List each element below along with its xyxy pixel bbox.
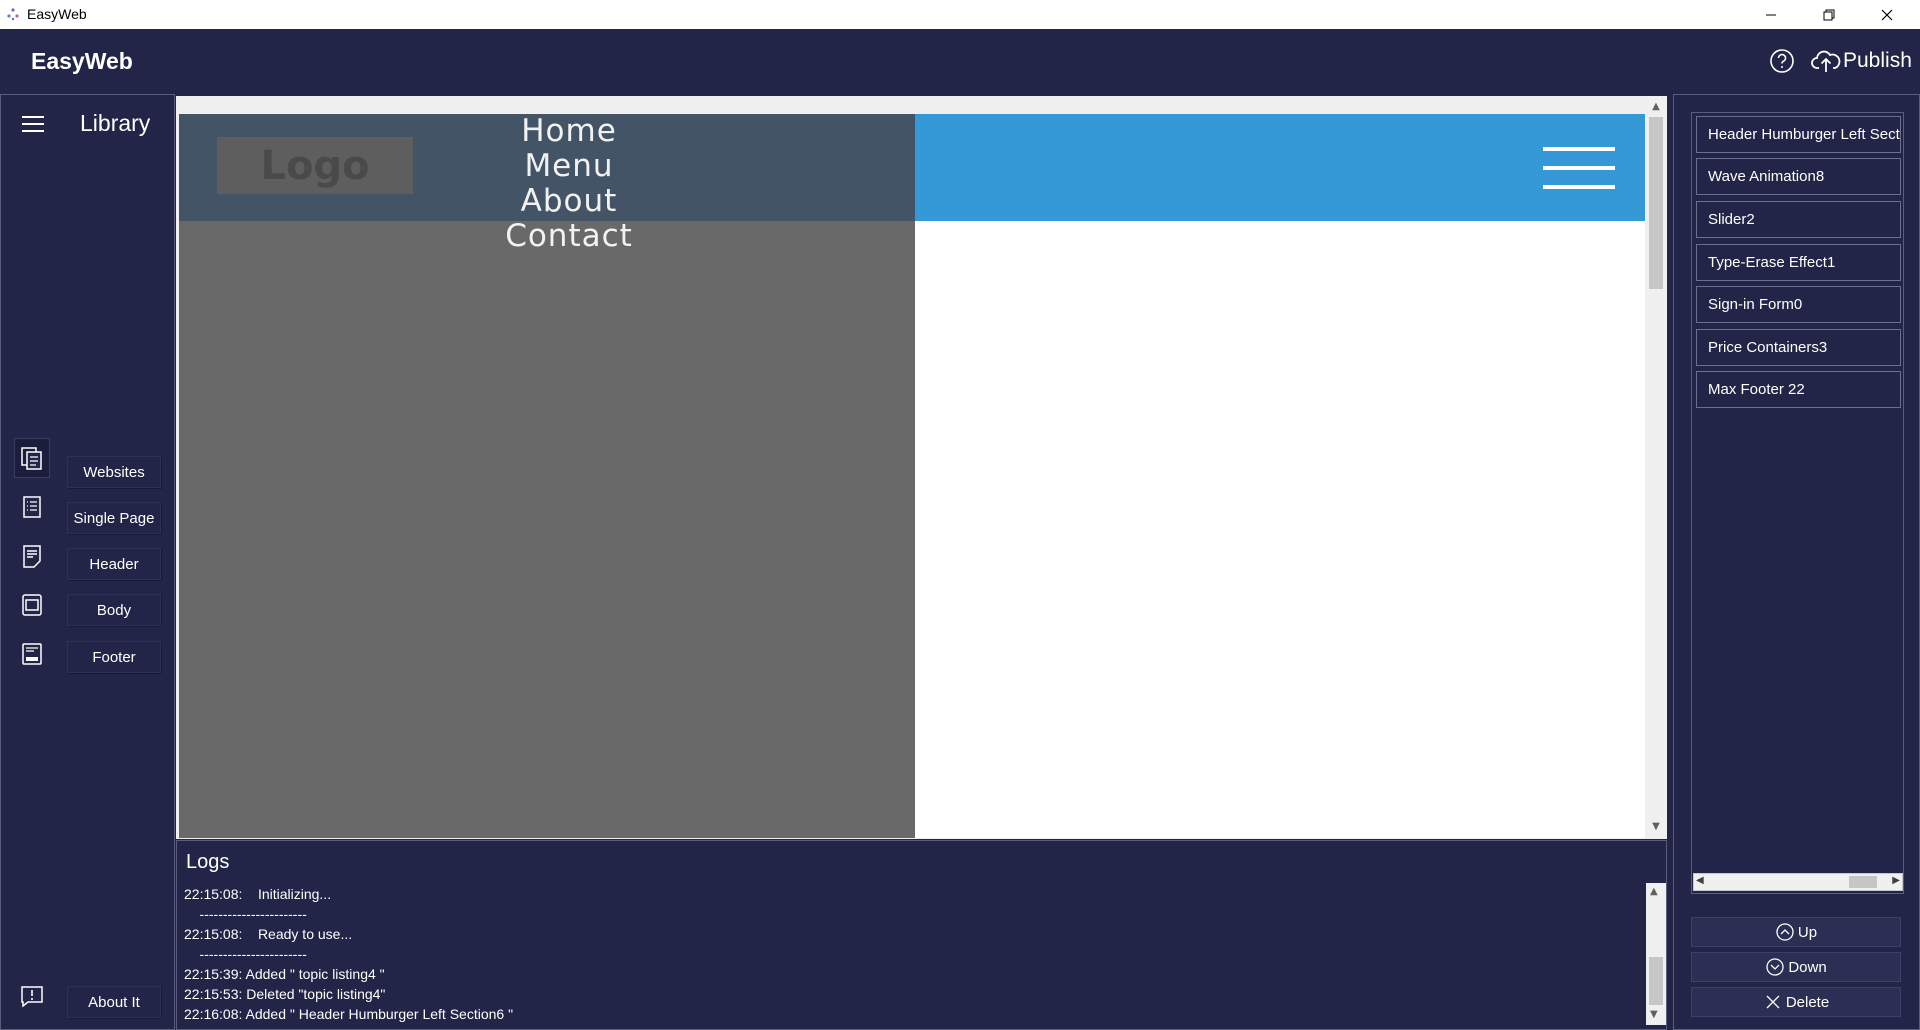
logs-scrollbar[interactable]: ▲ ▼ [1646, 883, 1666, 1025]
layer-item[interactable]: Wave Animation8 [1696, 158, 1901, 195]
move-down-button[interactable]: Down [1691, 952, 1901, 982]
preview-header-bar [915, 114, 1645, 221]
scroll-down-arrow-icon[interactable]: ▼ [1650, 1009, 1658, 1020]
single-page-icon-button[interactable] [14, 487, 50, 527]
header-doc-icon [23, 545, 41, 568]
scroll-up-arrow-icon[interactable]: ▲ [1650, 101, 1662, 113]
single-page-button[interactable]: Single Page [67, 502, 161, 534]
layer-item[interactable]: Sign-in Form0 [1696, 286, 1901, 323]
about-button[interactable]: About It [67, 986, 161, 1018]
close-icon [1766, 995, 1780, 1009]
layers-hscrollbar[interactable]: ◀ ▶ [1693, 873, 1903, 891]
body-doc-icon [22, 594, 42, 616]
layer-item[interactable]: Header Humburger Left Section6 [1696, 116, 1901, 153]
restore-button[interactable] [1800, 0, 1858, 29]
list-page-icon [23, 496, 41, 518]
log-line: ----------------------- [184, 946, 307, 962]
close-window-button[interactable] [1858, 0, 1916, 29]
cloud-upload-icon [1811, 50, 1841, 72]
minimize-button[interactable] [1742, 0, 1800, 29]
question-circle-icon[interactable] [1769, 48, 1795, 74]
layer-item[interactable]: Type-Erase Effect1 [1696, 244, 1901, 281]
preview-scroll-thumb[interactable] [1649, 117, 1663, 289]
window-titlebar: EasyWeb [0, 0, 1920, 29]
log-line: 22:15:53: Deleted "topic listing4" [184, 986, 386, 1002]
layer-item[interactable]: Max Footer 22 [1696, 371, 1901, 408]
page-preview[interactable]: Logo Home Menu About Contact [179, 114, 1645, 838]
footer-button[interactable]: Footer [67, 641, 161, 673]
scroll-left-arrow-icon[interactable]: ◀ [1696, 875, 1704, 886]
delete-label: Delete [1785, 993, 1830, 1011]
layers-scroll-thumb[interactable] [1849, 876, 1877, 888]
app-header: EasyWeb [0, 29, 1920, 94]
preview-nav-about[interactable]: About [449, 184, 689, 219]
footer-doc-icon [22, 643, 42, 665]
copy-pages-icon [21, 447, 42, 470]
log-line: 22:16:08: Added " Header Humburger Left … [184, 1006, 514, 1022]
move-down-label: Down [1788, 958, 1827, 976]
feedback-icon [21, 986, 43, 1008]
header-icon-button[interactable] [14, 536, 50, 576]
publish-button[interactable]: Publish [1811, 45, 1912, 77]
preview-logo: Logo [217, 137, 413, 194]
chevron-down-circle-icon [1766, 958, 1784, 976]
preview-nav-menu: Home Menu About Contact [449, 114, 689, 254]
logs-scroll-thumb[interactable] [1649, 957, 1663, 1005]
header-button[interactable]: Header [67, 548, 161, 580]
minimize-icon [1766, 14, 1776, 15]
layer-item[interactable]: Slider2 [1696, 201, 1901, 238]
body-button[interactable]: Body [67, 594, 161, 626]
log-line: 22:15:39: Added " topic listing4 " [184, 966, 385, 982]
websites-icon-button[interactable] [14, 438, 50, 478]
move-up-label: Up [1797, 923, 1818, 941]
logs-title: Logs [186, 851, 230, 873]
library-title: Library [80, 110, 151, 136]
publish-label: Publish [1843, 49, 1912, 72]
preview-scrollbar[interactable]: ▲ ▼ [1646, 97, 1666, 838]
window-title: EasyWeb [27, 6, 87, 22]
preview-nav-home[interactable]: Home [449, 114, 689, 149]
chevron-up-circle-icon [1776, 923, 1794, 941]
footer-icon-button[interactable] [14, 634, 50, 674]
hamburger-icon[interactable] [20, 114, 46, 134]
log-line: ----------------------- [184, 906, 307, 922]
scroll-down-arrow-icon[interactable]: ▼ [1650, 821, 1662, 833]
scroll-right-arrow-icon[interactable]: ▶ [1892, 875, 1900, 886]
websites-button[interactable]: Websites [67, 456, 161, 488]
move-up-button[interactable]: Up [1691, 917, 1901, 947]
app-title: EasyWeb [31, 48, 133, 74]
close-icon [1881, 9, 1893, 20]
preview-nav-contact[interactable]: Contact [449, 219, 689, 254]
logs-output: 22:15:08: Initializing... --------------… [178, 882, 1647, 1025]
log-line: 22:15:08: Initializing... [184, 886, 332, 902]
preview-hamburger-icon[interactable] [1543, 147, 1615, 189]
scroll-up-arrow-icon[interactable]: ▲ [1650, 886, 1658, 897]
body-icon-button[interactable] [14, 585, 50, 625]
log-line: 22:15:08: Ready to use... [184, 926, 353, 942]
restore-icon [1823, 9, 1835, 20]
about-icon-button[interactable] [14, 976, 50, 1016]
app-logo-icon [7, 8, 19, 21]
delete-button[interactable]: Delete [1691, 987, 1901, 1017]
layer-item[interactable]: Price Containers3 [1696, 329, 1901, 366]
preview-nav-menu-item[interactable]: Menu [449, 149, 689, 184]
